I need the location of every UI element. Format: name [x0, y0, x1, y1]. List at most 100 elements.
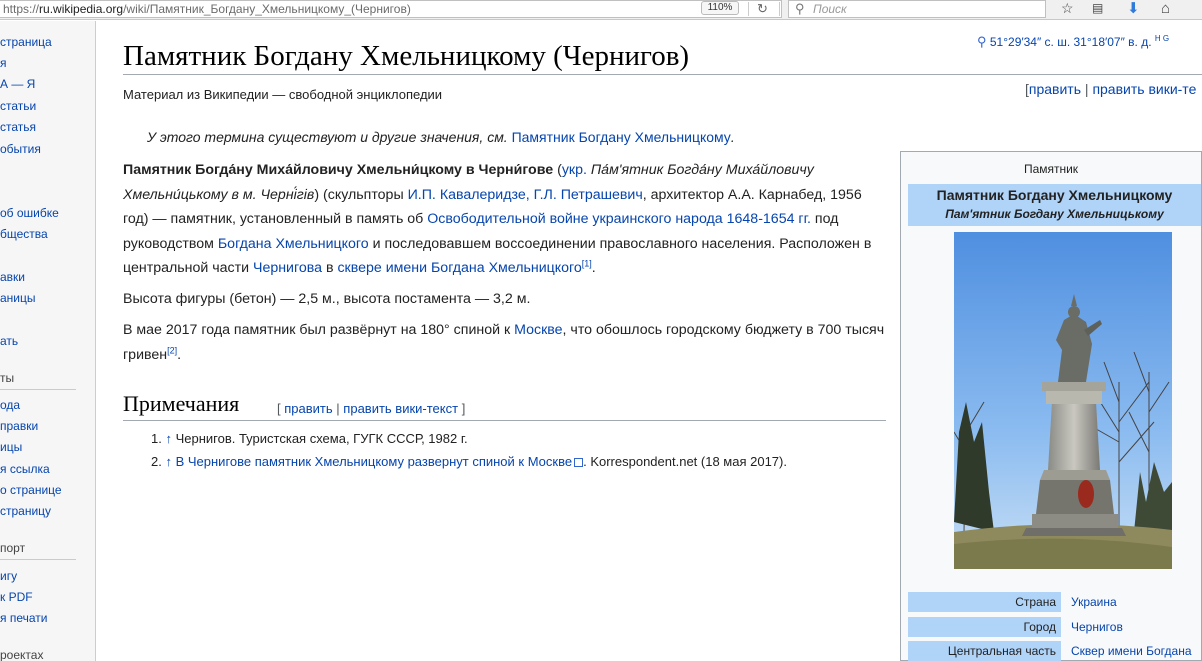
sidebar-link[interactable]: я — [0, 56, 7, 71]
ref-external-link[interactable]: В Чернигове памятник Хмельницкому развер… — [176, 454, 573, 469]
sidebar-link[interactable]: ода — [0, 398, 20, 413]
sidebar-link[interactable]: статьи — [0, 99, 36, 114]
sidebar-link[interactable]: я печати — [0, 611, 47, 626]
sidebar-link[interactable]: об ошибке — [0, 206, 59, 221]
infobox-row-district: Центральная часть города Сквер имени Бог… — [908, 641, 1201, 661]
ref-backlink[interactable]: ↑ — [165, 454, 172, 469]
infobox-name-ru: Памятник Богдану Хмельницкому — [936, 187, 1173, 203]
location-pin-icon: ⚲ — [977, 34, 987, 49]
sidebar-divider — [0, 559, 76, 560]
notes-edit-wikitext-link[interactable]: править вики-текст — [343, 401, 458, 416]
reference-1-link[interactable]: [1] — [582, 258, 592, 268]
square-link[interactable]: сквере имени Богдана Хмельницкого — [337, 260, 581, 276]
infobox-label: Центральная часть города — [908, 641, 1061, 661]
bracket: [ — [277, 401, 281, 416]
hatnote-link[interactable]: Памятник Богдану Хмельницкому — [512, 129, 731, 145]
external-link-icon — [574, 458, 584, 467]
edit-wikitext-link[interactable]: править вики-те — [1092, 81, 1196, 97]
infobox-value-link[interactable]: Сквер имени Богдана Хмельницкого — [1065, 641, 1202, 661]
ref-backlink[interactable]: ↑ — [165, 431, 172, 446]
monument-photo[interactable] — [954, 232, 1172, 569]
sidebar-link[interactable]: аницы — [0, 291, 36, 306]
site-tagline: Материал из Википедии — свободной энцикл… — [123, 87, 443, 102]
text: В мае 2017 года памятник был развёрнут н… — [123, 322, 515, 338]
article-content: ⚲ 51°29′34″ с. ш. 31°18′07″ в. д. H G Па… — [97, 21, 1202, 661]
sidebar-heading: роектах — [0, 648, 44, 661]
sidebar: страница я А — Я статьи статья обытия об ошибк… — [0, 21, 96, 661]
url-path: /wiki/Памятник_Богдану_Хмельницкому_(Чер… — [123, 2, 411, 16]
search-placeholder: Поиск — [813, 2, 847, 16]
sidebar-link[interactable]: я ссылка — [0, 462, 50, 477]
sculptors-link[interactable]: И.П. Кавалеридзе, Г.Л. Петрашевич — [408, 187, 643, 203]
sidebar-link[interactable]: о странице — [0, 483, 62, 498]
war-link[interactable]: Освободительной войне украинского народа… — [427, 211, 811, 227]
sidebar-link[interactable]: игу — [0, 569, 17, 584]
sidebar-divider — [0, 389, 76, 390]
search-icon: ⚲ — [795, 1, 805, 16]
sidebar-heading: порт — [0, 541, 26, 555]
reference-2-link[interactable]: [2] — [167, 345, 177, 355]
sidebar-link[interactable]: страницу — [0, 504, 51, 519]
text: . — [591, 260, 596, 276]
infobox-value-link[interactable]: Чернигов — [1065, 617, 1202, 637]
sidebar-link[interactable]: ицы — [0, 440, 22, 455]
sidebar-link[interactable]: ать — [0, 334, 18, 349]
sidebar-link[interactable]: авки — [0, 270, 25, 285]
bracket: ] — [461, 401, 466, 416]
ref-number: 1. — [151, 431, 162, 446]
infobox-title: Памятник Богдану Хмельницкому Пам'ятник … — [908, 184, 1201, 226]
section-divider — [123, 420, 886, 421]
ukrainian-link[interactable]: укр. — [562, 162, 587, 178]
reload-icon[interactable]: ↻ — [757, 0, 768, 17]
separator: | — [1084, 81, 1089, 97]
coordinates-sup[interactable]: H G — [1155, 34, 1169, 43]
text: ) (скульпторы — [314, 186, 408, 203]
infobox-label: Город — [908, 617, 1061, 637]
text: ( — [553, 162, 562, 178]
infobox-row-city: Город Чернигов — [908, 617, 1201, 639]
text: в — [322, 260, 338, 276]
ref-text: . Korrespondent.net (18 мая 2017). — [583, 454, 787, 469]
title-divider — [123, 74, 1202, 75]
ref-number: 2. — [151, 454, 162, 469]
infobox: Памятник Памятник Богдану Хмельницкому П… — [900, 151, 1202, 661]
text: . — [177, 346, 182, 363]
infobox-name-uk: Пам'ятник Богдану Хмельницькому — [945, 207, 1164, 221]
home-icon[interactable]: ⌂ — [1161, 0, 1170, 17]
download-icon[interactable]: ⬇ — [1127, 0, 1140, 17]
sidebar-heading: ты — [0, 371, 15, 385]
paragraph-intro: Памятник Богда́ну Миха́йловичу Хмельни́ц… — [123, 158, 891, 281]
coordinates[interactable]: ⚲ 51°29′34″ с. ш. 31°18′07″ в. д. H G — [977, 34, 1169, 50]
toolbar-divider — [779, 2, 780, 16]
toolbar-divider — [748, 2, 749, 16]
url-prefix: https:// — [3, 2, 40, 16]
khmelnytsky-link[interactable]: Богдана Хмельницкого — [218, 236, 369, 252]
paragraph-height: Высота фигуры (бетон) — 2,5 м., высота п… — [123, 291, 531, 307]
url-domain: ru.wikipedia.org — [39, 2, 124, 16]
coordinates-text[interactable]: 51°29′34″ с. ш. 31°18′07″ в. д. — [990, 35, 1152, 49]
sidebar-link[interactable]: правки — [0, 419, 38, 434]
hatnote-end: . — [730, 129, 735, 145]
notes-edit-link[interactable]: править — [284, 401, 332, 416]
sidebar-link[interactable]: статья — [0, 120, 36, 135]
article-subject: Памятник Богда́ну Миха́йловичу Хмельни́ц… — [123, 162, 554, 178]
infobox-row-country: Страна Украина — [908, 592, 1201, 614]
reading-list-icon[interactable]: ▤ — [1092, 0, 1103, 17]
paragraph-2017: В мае 2017 года памятник был развёрнут н… — [123, 318, 893, 367]
sidebar-link[interactable]: к PDF — [0, 590, 33, 605]
search-input[interactable]: ⚲ Поиск — [788, 0, 1046, 18]
infobox-value-link[interactable]: Украина — [1065, 592, 1202, 612]
sidebar-link[interactable]: бщества — [0, 227, 48, 242]
url-bar[interactable]: https://ru.wikipedia.org/wiki/Памятник_Б… — [0, 0, 782, 18]
city-link[interactable]: Чернигова — [253, 260, 322, 276]
sidebar-link[interactable]: А — Я — [0, 77, 35, 92]
infobox-label: Страна — [908, 592, 1061, 612]
moscow-link[interactable]: Москве — [514, 322, 562, 338]
sidebar-link[interactable]: обытия — [0, 142, 41, 157]
hatnote: У этого термина существуют и другие знач… — [147, 129, 735, 145]
bookmark-star-icon[interactable]: ☆ — [1061, 0, 1074, 17]
sidebar-link[interactable]: страница — [0, 35, 52, 50]
edit-link[interactable]: править — [1029, 81, 1081, 97]
zoom-indicator[interactable]: 110% — [701, 1, 739, 15]
edit-links: [править | править вики-те — [1025, 81, 1196, 97]
